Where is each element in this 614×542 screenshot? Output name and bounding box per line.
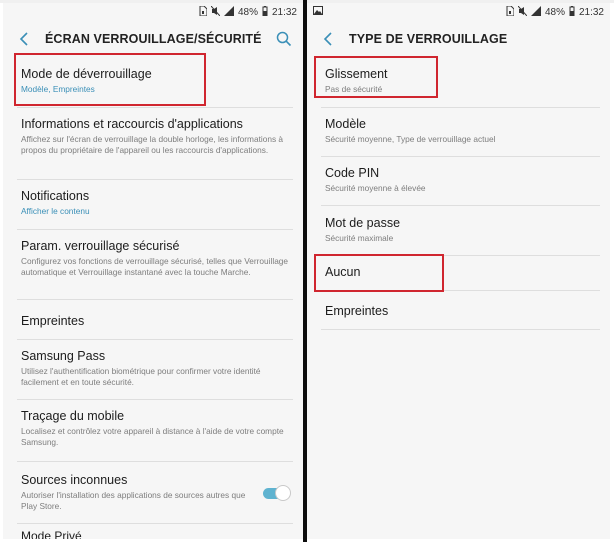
page-title: ÉCRAN VERROUILLAGE/SÉCURITÉ <box>45 32 262 46</box>
lock-option-fingerprints[interactable]: Empreintes <box>325 304 596 319</box>
divider <box>17 229 293 230</box>
lock-type-panel: 48% 21:32 TYPE DE VERROUILLAGE Glissemen… <box>307 3 610 539</box>
divider <box>17 399 293 400</box>
setting-app-shortcuts[interactable]: Informations et raccourcis d'application… <box>21 117 289 156</box>
divider <box>17 523 293 524</box>
sd-card-icon <box>506 5 515 18</box>
mute-icon <box>517 5 528 18</box>
divider <box>321 107 600 108</box>
setting-secure-lock[interactable]: Param. verrouillage sécurisé Configurez … <box>21 239 289 278</box>
highlight-box <box>14 53 206 106</box>
option-subtitle: Sécurité moyenne à élevée <box>325 183 426 193</box>
lock-option-password[interactable]: Mot de passe Sécurité maximale <box>325 216 596 244</box>
divider <box>321 156 600 157</box>
option-title: Modèle <box>325 117 366 131</box>
status-bar: 48% 21:32 <box>307 3 610 21</box>
option-title: Mot de passe <box>325 216 401 230</box>
setting-title: Sources inconnues <box>21 473 128 487</box>
status-time: 21:32 <box>578 6 604 18</box>
highlight-box <box>314 56 438 98</box>
setting-fingerprints[interactable]: Empreintes <box>21 314 289 329</box>
image-icon <box>313 6 323 17</box>
status-time: 21:32 <box>271 6 297 18</box>
setting-unknown-sources[interactable]: Sources inconnues Autoriser l'installati… <box>21 473 253 512</box>
setting-subtitle: Afficher le contenu <box>21 206 90 216</box>
highlight-box <box>314 254 444 292</box>
divider <box>17 299 293 300</box>
unknown-sources-toggle[interactable] <box>263 485 291 501</box>
signal-icon <box>223 6 234 18</box>
setting-title: Notifications <box>21 189 90 203</box>
app-header: TYPE DE VERROUILLAGE <box>307 21 610 57</box>
mute-icon <box>210 5 221 18</box>
option-subtitle: Sécurité maximale <box>325 233 394 243</box>
divider <box>17 107 293 108</box>
lock-screen-security-panel: 48% 21:32 ÉCRAN VERROUILLAGE/SÉCURITÉ Mo… <box>3 3 303 539</box>
setting-title: Informations et raccourcis d'application… <box>21 117 243 131</box>
divider <box>321 329 600 330</box>
setting-subtitle: Localisez et contrôlez votre appareil à … <box>21 426 284 447</box>
back-arrow-icon[interactable] <box>321 29 337 49</box>
status-bar: 48% 21:32 <box>3 3 303 21</box>
divider <box>17 339 293 340</box>
setting-subtitle: Utilisez l'authentification biométrique … <box>21 366 261 387</box>
option-subtitle: Sécurité moyenne, Type de verrouillage a… <box>325 134 496 144</box>
setting-notifications[interactable]: Notifications Afficher le contenu <box>21 189 289 217</box>
page-title: TYPE DE VERROUILLAGE <box>349 32 508 46</box>
divider <box>321 205 600 206</box>
battery-level: 48% <box>237 6 258 18</box>
back-arrow-icon[interactable] <box>17 29 33 49</box>
battery-level: 48% <box>544 6 565 18</box>
battery-icon <box>262 6 268 18</box>
option-title: Empreintes <box>325 304 389 318</box>
lock-option-pattern[interactable]: Modèle Sécurité moyenne, Type de verroui… <box>325 117 596 145</box>
setting-title: Samsung Pass <box>21 349 106 363</box>
toggle-knob <box>275 485 291 501</box>
setting-samsung-pass[interactable]: Samsung Pass Utilisez l'authentification… <box>21 349 289 388</box>
app-header: ÉCRAN VERROUILLAGE/SÉCURITÉ <box>3 21 303 57</box>
divider <box>17 179 293 180</box>
setting-title: Empreintes <box>21 314 85 328</box>
setting-find-mobile[interactable]: Traçage du mobile Localisez et contrôlez… <box>21 409 289 448</box>
setting-subtitle: Affichez sur l'écran de verrouillage la … <box>21 134 284 155</box>
battery-icon <box>569 6 575 18</box>
setting-subtitle: Autoriser l'installation des application… <box>21 490 246 511</box>
lock-option-pin[interactable]: Code PIN Sécurité moyenne à élevée <box>325 166 596 194</box>
option-title: Code PIN <box>325 166 380 180</box>
setting-title: Param. verrouillage sécurisé <box>21 239 180 253</box>
setting-private-mode-cut[interactable]: Mode Privé <box>21 529 82 539</box>
signal-icon <box>530 6 541 18</box>
setting-title: Traçage du mobile <box>21 409 125 423</box>
divider <box>17 461 293 462</box>
setting-subtitle: Configurez vos fonctions de verrouillage… <box>21 256 289 277</box>
search-icon[interactable] <box>275 30 293 48</box>
sd-card-icon <box>199 5 208 18</box>
